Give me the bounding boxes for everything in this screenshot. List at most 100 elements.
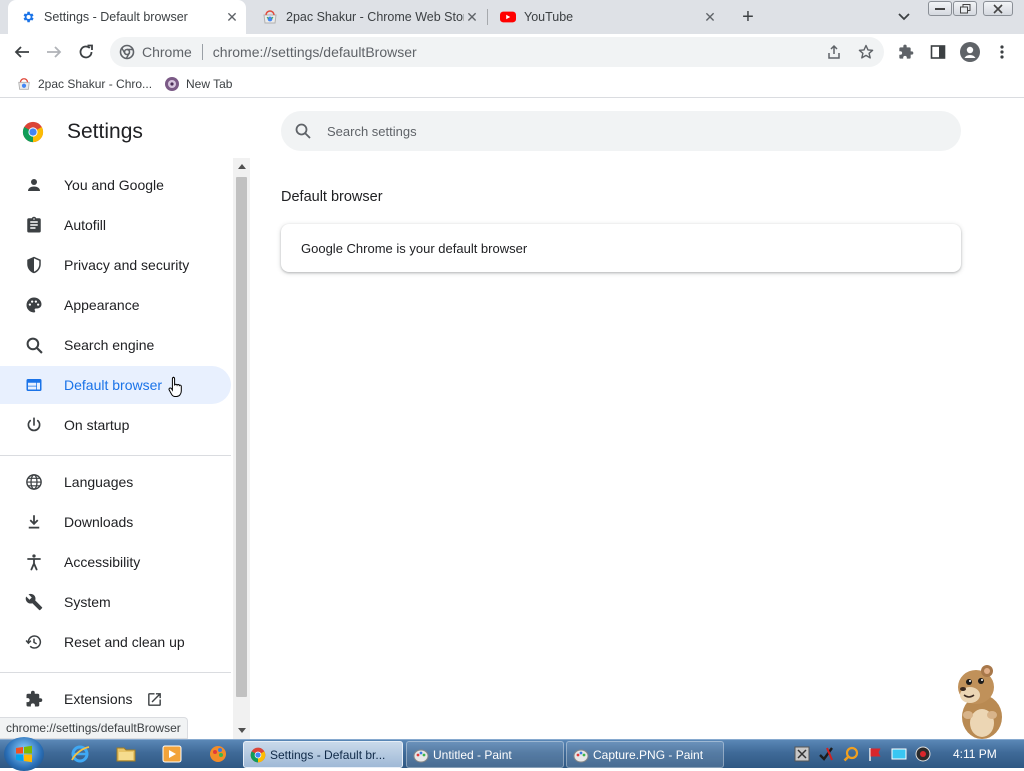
sidebar-item-label: System (64, 594, 111, 610)
sidebar-item-languages[interactable]: Languages (0, 463, 231, 501)
bookmark-label: 2pac Shakur - Chro... (38, 77, 153, 91)
taskbar-item-label: Settings - Default br... (270, 747, 386, 762)
search-icon (293, 121, 313, 141)
close-tab-icon[interactable]: ✕ (702, 9, 718, 25)
sidebar-item-accessibility[interactable]: Accessibility (0, 543, 231, 581)
sidebar-item-label: You and Google (64, 177, 164, 193)
forward-button[interactable] (40, 38, 68, 66)
sidebar-item-on-startup[interactable]: On startup (0, 406, 231, 444)
sidebar-item-default-browser[interactable]: Default browser (0, 366, 231, 404)
file-explorer-icon[interactable] (114, 743, 138, 765)
page-title: Settings (67, 120, 143, 143)
tab-settings[interactable]: Settings - Default browser ✕ (8, 0, 246, 34)
sidebar-item-label: Privacy and security (64, 257, 190, 273)
bookmark-star-icon[interactable] (852, 38, 880, 66)
sidebar-item-privacy-and-security[interactable]: Privacy and security (0, 246, 231, 284)
omnibox[interactable]: Chrome chrome://settings/defaultBrowser (110, 37, 884, 67)
sidebar-item-label: On startup (64, 417, 130, 433)
close-tab-icon[interactable]: ✕ (224, 9, 240, 25)
person-icon (24, 175, 44, 195)
sidebar-item-search-engine[interactable]: Search engine (0, 326, 231, 364)
restore-button[interactable] (953, 1, 977, 16)
bookmark-item[interactable]: 2pac Shakur - Chro... (16, 75, 152, 93)
sidebar-item-label: Search engine (64, 337, 155, 353)
tray-app-icon[interactable] (794, 746, 810, 762)
scroll-down-arrow-icon[interactable] (237, 726, 246, 734)
shield-icon (24, 255, 44, 275)
sidebar-item-label: Reset and clean up (64, 634, 185, 650)
paint-app-icon[interactable] (206, 743, 230, 765)
side-panel-icon[interactable] (924, 38, 952, 66)
tab-search-chevron-icon[interactable] (894, 7, 914, 27)
tab-strip: Settings - Default browser ✕ 2pac Shakur… (0, 0, 1024, 34)
paint-icon (573, 747, 589, 763)
sidebar-scrollbar[interactable] (233, 158, 250, 739)
bookmark-item[interactable]: New Tab (164, 75, 232, 93)
default-browser-status: Google Chrome is your default browser (301, 240, 528, 256)
tray-volume-icon[interactable] (915, 746, 931, 762)
start-button[interactable] (4, 737, 44, 771)
sidebar-item-label: Autofill (64, 217, 107, 233)
search-input[interactable] (327, 123, 887, 139)
chrome-icon (250, 747, 266, 763)
close-tab-icon[interactable]: ✕ (464, 9, 480, 25)
omnibox-url[interactable]: chrome://settings/defaultBrowser (213, 44, 820, 60)
tray-display-icon[interactable] (891, 746, 907, 762)
scroll-thumb[interactable] (236, 177, 247, 697)
taskbar-item-chrome[interactable]: Settings - Default br... (243, 741, 403, 768)
bookmarks-bar: 2pac Shakur - Chro... New Tab (0, 70, 1024, 98)
omnibox-divider (201, 44, 203, 60)
tray-flag-icon[interactable] (867, 746, 883, 762)
hamster-mascot-icon (958, 665, 1002, 739)
sidebar-item-label: Extensions (64, 691, 133, 707)
tab-title: Settings - Default browser (44, 10, 188, 24)
more-menu-icon[interactable] (988, 38, 1016, 66)
tab-chrome-web-store[interactable]: 2pac Shakur - Chrome Web Store ✕ (250, 0, 486, 34)
tray-checkmark-icon[interactable] (818, 746, 834, 762)
back-button[interactable] (8, 38, 36, 66)
scroll-up-arrow-icon[interactable] (237, 162, 246, 170)
sidebar-item-you-and-google[interactable]: You and Google (0, 166, 231, 204)
internet-explorer-icon[interactable] (68, 743, 92, 765)
sidebar-item-appearance[interactable]: Appearance (0, 286, 231, 324)
extensions-puzzle-icon[interactable] (892, 38, 920, 66)
taskbar-clock[interactable]: 4:11 PM (953, 747, 997, 761)
new-tab-button[interactable]: + (736, 5, 760, 29)
tab-title: YouTube (524, 10, 574, 24)
palette-icon (24, 295, 44, 315)
tab-youtube[interactable]: YouTube ✕ (488, 0, 724, 34)
wrench-icon (24, 592, 44, 612)
sidebar-divider (0, 672, 231, 673)
sidebar-item-autofill[interactable]: Autofill (0, 206, 231, 244)
default-browser-card: Google Chrome is your default browser (281, 224, 961, 272)
omnibox-site-name: Chrome (142, 44, 192, 60)
windows-taskbar: Settings - Default br... Untitled - Pain… (0, 737, 1024, 771)
taskbar-item-paint-untitled[interactable]: Untitled - Paint (406, 741, 564, 768)
media-player-icon[interactable] (160, 743, 184, 765)
gear-icon (20, 9, 36, 25)
close-window-button[interactable] (983, 1, 1013, 16)
power-icon (24, 415, 44, 435)
globe-icon (164, 76, 180, 92)
sidebar-item-downloads[interactable]: Downloads (0, 503, 231, 541)
sidebar-item-reset-and-clean-up[interactable]: Reset and clean up (0, 623, 231, 661)
sidebar-item-extensions[interactable]: Extensions (0, 680, 231, 718)
settings-page: Settings You and Google Autofill Privacy… (0, 103, 1024, 739)
profile-avatar-icon[interactable] (956, 38, 984, 66)
share-icon[interactable] (820, 38, 848, 66)
sidebar-item-system[interactable]: System (0, 583, 231, 621)
sidebar-item-label: Appearance (64, 297, 140, 313)
sidebar-item-label: Accessibility (64, 554, 141, 570)
globe-icon (24, 472, 44, 492)
paint-icon (413, 747, 429, 763)
minimize-button[interactable] (928, 1, 952, 16)
status-bar-url: chrome://settings/defaultBrowser (0, 717, 188, 739)
tray-search-icon[interactable] (843, 746, 859, 762)
reload-button[interactable] (72, 38, 100, 66)
search-settings-box[interactable] (281, 111, 961, 151)
restore-icon (24, 632, 44, 652)
taskbar-item-paint-capture[interactable]: Capture.PNG - Paint (566, 741, 724, 768)
section-title: Default browser (281, 189, 383, 205)
sidebar-divider (0, 455, 231, 456)
taskbar-item-label: Capture.PNG - Paint (593, 747, 704, 762)
